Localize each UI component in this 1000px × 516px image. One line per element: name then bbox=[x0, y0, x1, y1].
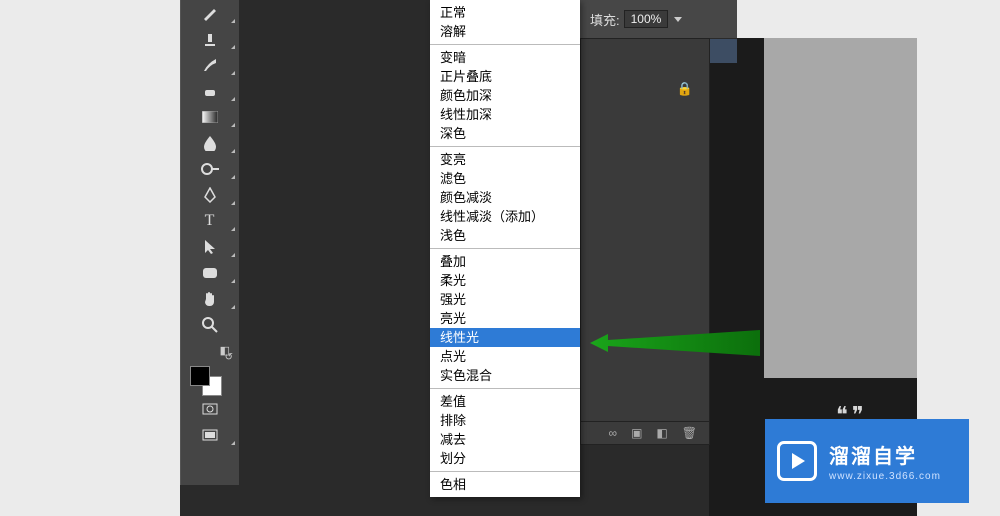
blend-mode-item[interactable]: 线性加深 bbox=[430, 105, 580, 124]
tool-hand[interactable] bbox=[180, 286, 239, 312]
blend-mode-item[interactable]: 柔光 bbox=[430, 271, 580, 290]
blend-mode-item[interactable]: 浅色 bbox=[430, 226, 580, 245]
mask-icon[interactable]: ◧ bbox=[656, 426, 667, 440]
layers-panel-footer: ∞ ▣ ◧ 🗑 bbox=[581, 421, 709, 444]
color-swatches[interactable] bbox=[180, 362, 239, 396]
blend-mode-item[interactable]: 色相 bbox=[430, 475, 580, 494]
tool-zoom[interactable] bbox=[180, 312, 239, 338]
lock-icon[interactable]: 🔒 bbox=[677, 81, 693, 97]
layers-panel: 🔒 ∞ ▣ ◧ 🗑 bbox=[580, 38, 710, 445]
tool-eraser[interactable] bbox=[180, 78, 239, 104]
blend-mode-item[interactable]: 减去 bbox=[430, 430, 580, 449]
blend-mode-item[interactable]: 深色 bbox=[430, 124, 580, 143]
tool-quickmask[interactable] bbox=[180, 396, 239, 422]
blend-mode-item[interactable]: 颜色减淡 bbox=[430, 188, 580, 207]
blend-mode-item[interactable]: 正片叠底 bbox=[430, 67, 580, 86]
blend-mode-item[interactable]: 线性减淡（添加） bbox=[430, 207, 580, 226]
watermark-badge: 溜溜自学 www.zixue.3d66.com bbox=[765, 419, 969, 503]
blend-mode-menu[interactable]: 正常溶解变暗正片叠底颜色加深线性加深深色变亮滤色颜色减淡线性减淡（添加）浅色叠加… bbox=[430, 0, 580, 497]
blend-mode-item[interactable]: 颜色加深 bbox=[430, 86, 580, 105]
tool-rectangle[interactable] bbox=[180, 260, 239, 286]
folder-icon[interactable]: ▣ bbox=[631, 426, 642, 440]
trash-icon[interactable]: 🗑 bbox=[682, 426, 697, 440]
blend-mode-item[interactable]: 正常 bbox=[430, 3, 580, 22]
fill-label: 填充: bbox=[590, 10, 620, 29]
blend-mode-item[interactable]: 滤色 bbox=[430, 169, 580, 188]
blend-mode-item[interactable]: 划分 bbox=[430, 449, 580, 468]
app-viewport: 填充: 100% 🔒 ∞ ▣ ◧ 🗑 T ◧↺ bbox=[180, 0, 737, 516]
blend-mode-item[interactable]: 溶解 bbox=[430, 22, 580, 41]
blend-mode-item[interactable]: 差值 bbox=[430, 392, 580, 411]
tools-toolbar: T ◧↺ bbox=[180, 0, 240, 485]
tool-blur[interactable] bbox=[180, 130, 239, 156]
watermark-subtitle: www.zixue.3d66.com bbox=[829, 471, 941, 482]
blend-mode-item[interactable]: 叠加 bbox=[430, 252, 580, 271]
blend-mode-item[interactable]: 点光 bbox=[430, 347, 580, 366]
blend-mode-item[interactable]: 亮光 bbox=[430, 309, 580, 328]
play-icon bbox=[777, 441, 817, 481]
tool-gradient[interactable] bbox=[180, 104, 239, 130]
fill-value[interactable]: 100% bbox=[624, 10, 669, 28]
tool-stamp[interactable] bbox=[180, 26, 239, 52]
tool-path-select[interactable] bbox=[180, 234, 239, 260]
blend-mode-item[interactable]: 变亮 bbox=[430, 150, 580, 169]
swap-default-colors[interactable]: ◧↺ bbox=[180, 344, 239, 358]
foreground-color-swatch[interactable] bbox=[190, 366, 210, 386]
blend-mode-item[interactable]: 变暗 bbox=[430, 48, 580, 67]
chevron-down-icon[interactable] bbox=[674, 17, 682, 22]
tool-type[interactable]: T bbox=[180, 208, 239, 234]
tool-pen[interactable] bbox=[180, 182, 239, 208]
blend-mode-item[interactable]: 实色混合 bbox=[430, 366, 580, 385]
tool-dodge[interactable] bbox=[180, 156, 239, 182]
open-document[interactable] bbox=[764, 38, 917, 378]
tool-history-brush[interactable] bbox=[180, 52, 239, 78]
watermark-title: 溜溜自学 bbox=[829, 446, 917, 468]
tool-heal-brush[interactable] bbox=[180, 0, 239, 26]
blend-mode-item[interactable]: 线性光 bbox=[430, 328, 580, 347]
fx-icon[interactable]: ∞ bbox=[609, 426, 618, 440]
options-bar: 填充: 100% bbox=[580, 0, 737, 39]
blend-mode-item[interactable]: 排除 bbox=[430, 411, 580, 430]
tool-screenmode[interactable] bbox=[180, 422, 239, 448]
blend-mode-item[interactable]: 强光 bbox=[430, 290, 580, 309]
